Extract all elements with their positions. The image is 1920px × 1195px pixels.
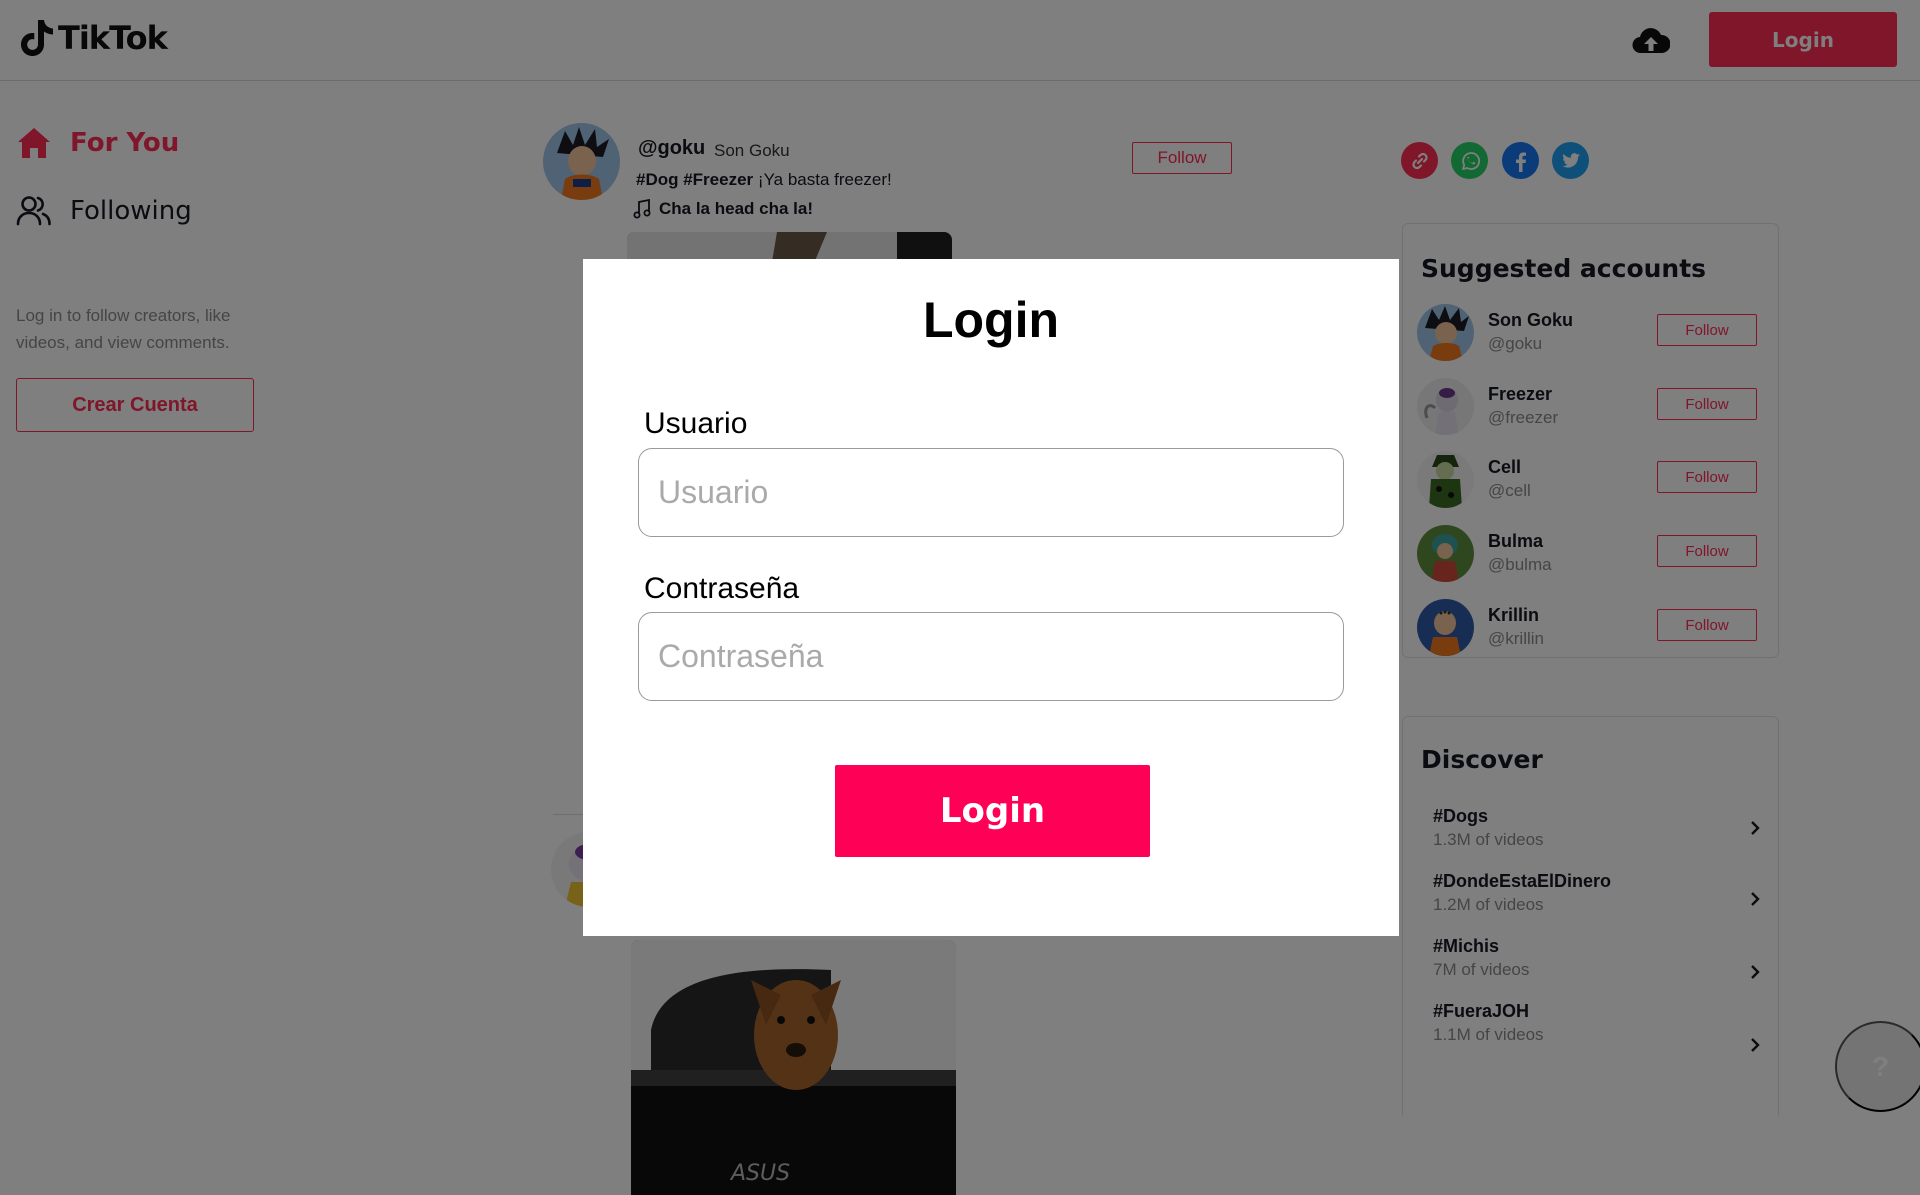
username-label: Usuario xyxy=(644,407,748,440)
login-submit-button[interactable]: Login xyxy=(835,765,1150,857)
username-field[interactable] xyxy=(638,448,1344,537)
password-field[interactable] xyxy=(638,612,1344,701)
login-modal: Login Usuario Contraseña Login xyxy=(583,259,1399,936)
modal-title: Login xyxy=(922,292,1060,348)
tiktok-page: TikTok Login For You Following Log in to… xyxy=(0,0,1920,1195)
password-label: Contraseña xyxy=(644,572,800,605)
